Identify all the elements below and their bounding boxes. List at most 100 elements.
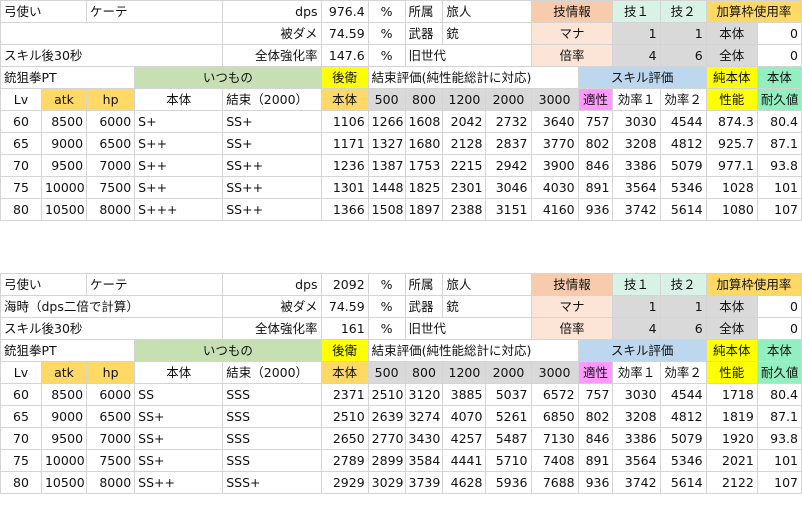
cell-kessoku-rank: SSS xyxy=(222,405,322,428)
dps-unit: % xyxy=(367,0,406,23)
cell-seinou: 2021 xyxy=(705,449,758,472)
col-lv: Lv xyxy=(0,88,42,111)
col-k3000: 3000 xyxy=(530,361,579,384)
cell-honntai-rank: S+ xyxy=(134,110,224,133)
cell-seinou: 1819 xyxy=(705,405,758,428)
cell-k2000: 3046 xyxy=(485,176,532,199)
rate-label: 倍率 xyxy=(530,44,614,67)
cell-lv: 80 xyxy=(0,471,42,494)
cell-taikyu: 87.1 xyxy=(756,132,802,155)
skill2-label: 技２ xyxy=(659,0,707,23)
add-usage-label: 加算枠使用率 xyxy=(705,273,802,296)
cell-atk: 9000 xyxy=(40,132,88,155)
col-seinou: 性能 xyxy=(705,361,758,384)
itsumono-header: いつもの xyxy=(134,66,322,89)
table-row: 75 10000 7500 SS+ SSS 2789 2899 3584 4441 5710 740… xyxy=(0,449,802,472)
col-k2000: 2000 xyxy=(485,88,532,111)
skill2-label: 技２ xyxy=(659,273,707,296)
cell-honntai-rank: S++ xyxy=(134,132,224,155)
col-k800: 800 xyxy=(404,361,444,384)
affiliation-value: 旅人 xyxy=(442,273,532,296)
class-label: 弓使い xyxy=(0,0,88,23)
cell-honntai-rank: SS+ xyxy=(134,449,224,472)
skill1-label: 技１ xyxy=(612,273,661,296)
all-label: 全体 xyxy=(705,317,758,340)
cell-eff1: 3208 xyxy=(612,132,661,155)
col-k1200: 1200 xyxy=(442,88,487,111)
rate-skill2: 6 xyxy=(659,44,707,67)
cell-seinou: 925.7 xyxy=(705,132,758,155)
cell-taikyu: 101 xyxy=(756,449,802,472)
skill-eval-header: スキル評価 xyxy=(577,339,707,362)
affiliation-label: 所属 xyxy=(404,0,444,23)
cell-k1200: 2042 xyxy=(442,110,487,133)
cell-tekisei: 891 xyxy=(577,449,614,472)
cell-seinou: 2122 xyxy=(705,471,758,494)
cell-k2000: 5261 xyxy=(485,405,532,428)
cell-k3000: 4160 xyxy=(530,198,579,221)
cell-k1200: 2215 xyxy=(442,154,487,177)
team-label: 銃狙拳PT xyxy=(0,66,136,89)
col-honntai: 本体 xyxy=(134,361,224,384)
itsumono-header: いつもの xyxy=(134,339,322,362)
cell-k2000: 2732 xyxy=(485,110,532,133)
section-2: 弓使い ケーテ dps 2092 % 所属 旅人 技情報 技１ 技２ 加算枠使用… xyxy=(0,273,802,494)
cell-kouei-value: 2650 xyxy=(320,427,369,450)
skill-info-label: 技情報 xyxy=(530,273,614,296)
col-kessoku: 結束（2000） xyxy=(222,361,322,384)
cell-k3000: 3640 xyxy=(530,110,579,133)
col-eff1: 効率１ xyxy=(612,88,661,111)
col-taikyu: 耐久値 xyxy=(756,88,802,111)
cell-k500: 3029 xyxy=(367,471,406,494)
col-k2000: 2000 xyxy=(485,361,532,384)
cell-k1200: 2388 xyxy=(442,198,487,221)
table-row: 70 9500 7000 SS+ SSS 2650 2770 3430 4257 5487 7130… xyxy=(0,427,802,450)
buff-rate-label: 全体強化率 xyxy=(222,44,322,67)
cell-lv: 60 xyxy=(0,383,42,406)
cell-kouei-value: 2789 xyxy=(320,449,369,472)
cell-k500: 2899 xyxy=(367,449,406,472)
cell-seinou: 1920 xyxy=(705,427,758,450)
affiliation-label: 所属 xyxy=(404,273,444,296)
cell-k1200: 4257 xyxy=(442,427,487,450)
generation-label: 旧世代 xyxy=(404,317,532,340)
cell-honntai-rank: SS++ xyxy=(134,471,224,494)
skill-note: スキル後30秒 xyxy=(0,317,224,340)
cell-k2000: 3151 xyxy=(485,198,532,221)
buff-rate-unit: % xyxy=(367,317,406,340)
cell-atk: 9500 xyxy=(40,154,88,177)
damage-taken-unit: % xyxy=(367,22,406,45)
cell-eff1: 3564 xyxy=(612,449,661,472)
col-atk: atk xyxy=(40,361,88,384)
stats-table: 弓使い ケーテ dps 976.4 % 所属 旅人 技情報 技１ 技２ 加算枠使… xyxy=(0,0,802,221)
cell-eff1: 3386 xyxy=(612,427,661,450)
damage-taken-value: 74.59 xyxy=(320,295,369,318)
section-1: 弓使い ケーテ dps 976.4 % 所属 旅人 技情報 技１ 技２ 加算枠使… xyxy=(0,0,802,221)
cell-k500: 2770 xyxy=(367,427,406,450)
cell-k500: 1327 xyxy=(367,132,406,155)
cell-k800: 3274 xyxy=(404,405,444,428)
table-row: 60 8500 6000 SS SSS 2371 2510 3120 3885 5037 6572 7… xyxy=(0,383,802,406)
cell-k3000: 7688 xyxy=(530,471,579,494)
cell-k2000: 5936 xyxy=(485,471,532,494)
body-header: 本体 xyxy=(756,339,802,362)
cell-eff2: 4544 xyxy=(659,110,707,133)
rate-label: 倍率 xyxy=(530,317,614,340)
cell-hp: 7000 xyxy=(86,427,136,450)
class-label: 弓使い xyxy=(0,273,88,296)
cell-k800: 1753 xyxy=(404,154,444,177)
cell-k3000: 3770 xyxy=(530,132,579,155)
dps-label: dps xyxy=(222,273,322,296)
skill-note: スキル後30秒 xyxy=(0,44,224,67)
cell-tekisei: 802 xyxy=(577,132,614,155)
cell-eff2: 5346 xyxy=(659,449,707,472)
rate-skill1: 4 xyxy=(612,317,661,340)
all-value: 0 xyxy=(756,44,802,67)
cell-hp: 7500 xyxy=(86,176,136,199)
cell-k2000: 5037 xyxy=(485,383,532,406)
cell-eff2: 5614 xyxy=(659,198,707,221)
cell-k3000: 7130 xyxy=(530,427,579,450)
kessoku-eval-header: 結束評価(純性能総計に対応) xyxy=(367,66,579,89)
team-label: 銃狙拳PT xyxy=(0,339,136,362)
cell-lv: 65 xyxy=(0,405,42,428)
